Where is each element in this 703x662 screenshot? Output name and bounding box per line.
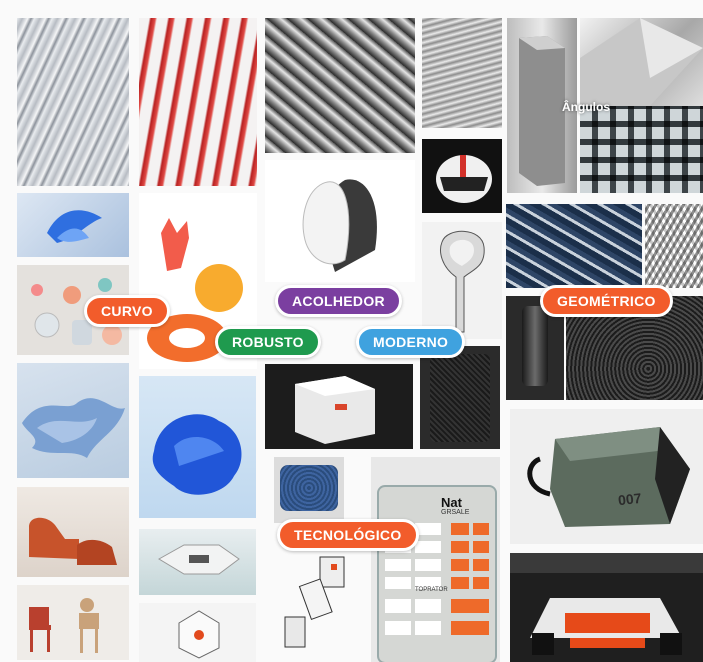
angular-surface-shape [580, 18, 703, 106]
blue-flower-shape [47, 210, 102, 243]
label-tecnologico: TECNOLÓGICO [277, 519, 419, 551]
label-geometrico: GEOMÉTRICO [540, 285, 673, 317]
keypad-key-label: TOPRATOR [415, 587, 448, 593]
image-green-case: 007 [510, 409, 703, 544]
image-orange-chairs [17, 487, 129, 577]
image-wooden-chairs [17, 585, 129, 660]
image-keypad-device: Nat GRSALE TOPRATOR [371, 457, 500, 662]
fabric-shape [22, 398, 125, 458]
white-gadget-shape [178, 610, 220, 659]
image-blue-speaker [274, 457, 344, 523]
image-white-gadget [139, 603, 256, 662]
robot-arm-shape [284, 556, 345, 648]
image-white-mouse [265, 160, 415, 282]
product-mark: 007 [617, 489, 643, 509]
image-red-waves [139, 18, 257, 186]
keypad-keys [385, 523, 489, 635]
image-perforated-facade [265, 18, 415, 153]
image-cube-grid [580, 106, 703, 193]
image-white-robot-arm [265, 532, 363, 662]
label-robusto: ROBUSTO [215, 326, 321, 358]
image-criss-cross-beams [506, 204, 642, 288]
label-moderno: MODERNO [356, 326, 466, 358]
image-twisted-tower [422, 18, 502, 128]
image-white-device-hexagon [139, 529, 256, 595]
helmet-shape [436, 155, 492, 203]
image-concept-car [510, 553, 703, 662]
image-black-phone [420, 346, 500, 449]
image-white-handle [422, 222, 502, 339]
hex-device-shape [158, 544, 240, 575]
label-curvo: CURVO [84, 295, 170, 327]
green-case-shape [527, 427, 690, 527]
image-angular-surface [580, 18, 703, 106]
label-acolhedor: ACOLHEDOR [275, 285, 402, 317]
cube-device-shape [295, 376, 375, 444]
image-blue-flower [17, 193, 129, 257]
image-white-cube-device [265, 364, 413, 449]
mouse-shape [302, 179, 377, 272]
wooden-chairs-shape [29, 598, 99, 653]
chairs-shape [29, 517, 117, 565]
image-racing-helmet [422, 139, 502, 213]
image-blue-blob [139, 376, 256, 518]
concept-car-shape [510, 553, 703, 655]
handle-shape [440, 230, 485, 333]
image-curved-facade [17, 18, 129, 186]
angulos-label: Ângulos [562, 100, 610, 114]
image-blue-fabric [17, 363, 129, 478]
blue-blob-shape [152, 414, 242, 495]
moodboard: Nat GRSALE TOPRATOR Ângulos 007 CURVO AC… [0, 0, 703, 662]
image-lattice-pattern [645, 204, 703, 288]
